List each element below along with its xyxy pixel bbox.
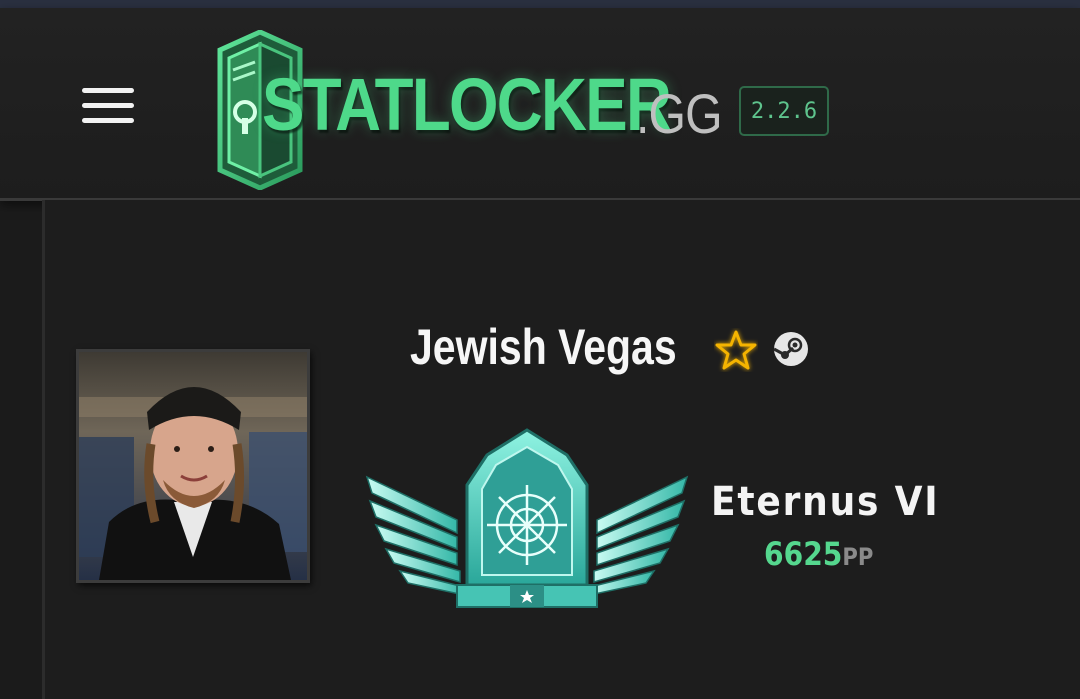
top-border <box>0 0 1080 8</box>
avatar <box>76 349 310 583</box>
version-badge: 2.2.6 <box>739 86 829 136</box>
site-logo-tld: .GG <box>636 82 723 145</box>
rank-points-value: 6625 <box>764 535 843 573</box>
player-name: Jewish Vegas <box>410 319 677 375</box>
eternus-rank-badge <box>365 428 689 608</box>
hamburger-menu-icon[interactable] <box>80 84 136 128</box>
site-header: STATLOCKER .GG 2.2.6 <box>0 8 1080 201</box>
rank-name: Eternus VI <box>711 479 940 525</box>
rank-points-unit: PP <box>842 543 874 571</box>
rank-points: 6625PP <box>764 535 873 573</box>
steam-icon[interactable] <box>773 331 809 367</box>
star-icon[interactable] <box>714 328 758 372</box>
site-logo-text[interactable]: STATLOCKER <box>262 68 672 142</box>
